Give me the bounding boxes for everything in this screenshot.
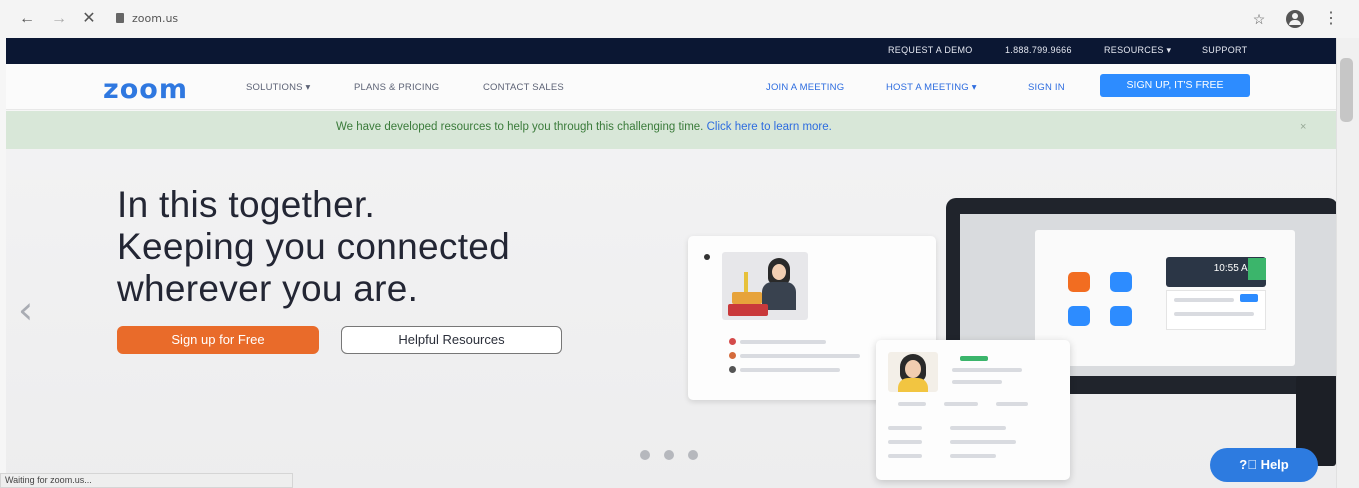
support-link[interactable]: SUPPORT	[1202, 45, 1247, 55]
start-button-illustration	[1240, 294, 1258, 302]
check-badge	[1248, 258, 1266, 280]
detail-line	[950, 426, 1006, 430]
detail-line	[888, 440, 922, 444]
browser-status-bar: Waiting for zoom.us...	[0, 473, 293, 488]
profile-face	[905, 360, 921, 378]
action-line	[898, 402, 926, 406]
carousel-dot-1[interactable]	[640, 450, 650, 460]
hero-heading-line-3: wherever you are.	[117, 268, 419, 309]
avatar-dot	[729, 352, 736, 359]
close-icon[interactable]: ×	[1300, 121, 1306, 133]
sign-up-free-button[interactable]: Sign up for Free	[117, 326, 319, 354]
join-tile	[1110, 272, 1132, 292]
share-screen-tile	[1110, 306, 1132, 326]
join-meeting-link[interactable]: JOIN A MEETING	[766, 82, 844, 93]
host-meeting-menu[interactable]: HOST A MEETING ▾	[886, 82, 977, 93]
sign-up-button[interactable]: SIGN UP, IT'S FREE	[1100, 74, 1250, 97]
carousel-dot-3[interactable]	[688, 450, 698, 460]
schedule-tile	[1068, 306, 1090, 326]
action-line	[944, 402, 978, 406]
forward-icon[interactable]: →	[50, 10, 68, 28]
cake-layer	[732, 292, 762, 304]
candle	[744, 272, 748, 292]
question-circle-icon: ?⃝	[1239, 457, 1261, 472]
profile-line	[952, 380, 1002, 384]
status-dot	[704, 254, 710, 260]
hero-heading-line-2: Keeping you connected	[117, 226, 511, 267]
detail-line	[950, 440, 1016, 444]
page: ← → ✕ zoom.us ☆ ⋮ REQUEST A DEMO 1.888.7…	[0, 0, 1359, 488]
contact-sales-link[interactable]: CONTACT SALES	[483, 82, 564, 93]
account-icon[interactable]	[1286, 10, 1304, 28]
phone-number[interactable]: 1.888.799.9666	[1005, 45, 1072, 55]
zoom-logo[interactable]: zoom	[103, 74, 188, 105]
star-icon[interactable]: ☆	[1250, 10, 1268, 28]
request-demo-link[interactable]: REQUEST A DEMO	[888, 45, 973, 55]
chat-line	[740, 340, 826, 344]
banner-learn-more-link[interactable]: Click here to learn more.	[707, 121, 832, 133]
chat-line	[740, 354, 860, 358]
banner-text: We have developed resources to help you …	[336, 121, 707, 133]
profile-line	[952, 368, 1022, 372]
meeting-line	[1174, 312, 1254, 316]
avatar-dot	[729, 338, 736, 345]
chevron-left-icon[interactable]: ‹	[18, 288, 33, 332]
help-label: Help	[1260, 457, 1289, 472]
helpful-resources-button[interactable]: Helpful Resources	[341, 326, 562, 354]
person-face	[772, 264, 786, 280]
carousel-dot-2[interactable]	[664, 450, 674, 460]
hero-heading-line-1: In this together.	[117, 184, 376, 225]
banner-message: We have developed resources to help you …	[336, 121, 832, 133]
detail-line	[888, 426, 922, 430]
kebab-menu-icon[interactable]: ⋮	[1322, 10, 1340, 28]
scrollbar-thumb[interactable]	[1340, 58, 1353, 122]
detail-line	[888, 454, 922, 458]
plans-pricing-link[interactable]: PLANS & PRICING	[354, 82, 439, 93]
resources-menu[interactable]: RESOURCES ▾	[1104, 45, 1171, 56]
solutions-menu[interactable]: SOLUTIONS ▾	[246, 82, 311, 93]
action-line	[996, 402, 1028, 406]
profile-body	[898, 378, 928, 392]
stop-loading-icon[interactable]: ✕	[80, 10, 98, 28]
help-button[interactable]: ?⃝ Help	[1210, 448, 1318, 482]
gift-box	[728, 304, 768, 316]
lock-icon	[116, 13, 124, 23]
online-status-bar	[960, 356, 988, 361]
new-meeting-tile	[1068, 272, 1090, 292]
detail-line	[950, 454, 996, 458]
avatar-dot	[729, 366, 736, 373]
back-icon[interactable]: ←	[18, 10, 36, 28]
address-bar[interactable]: zoom.us	[132, 12, 432, 28]
meeting-line	[1174, 298, 1234, 302]
sign-in-link[interactable]: SIGN IN	[1028, 82, 1065, 93]
chat-line	[740, 368, 840, 372]
